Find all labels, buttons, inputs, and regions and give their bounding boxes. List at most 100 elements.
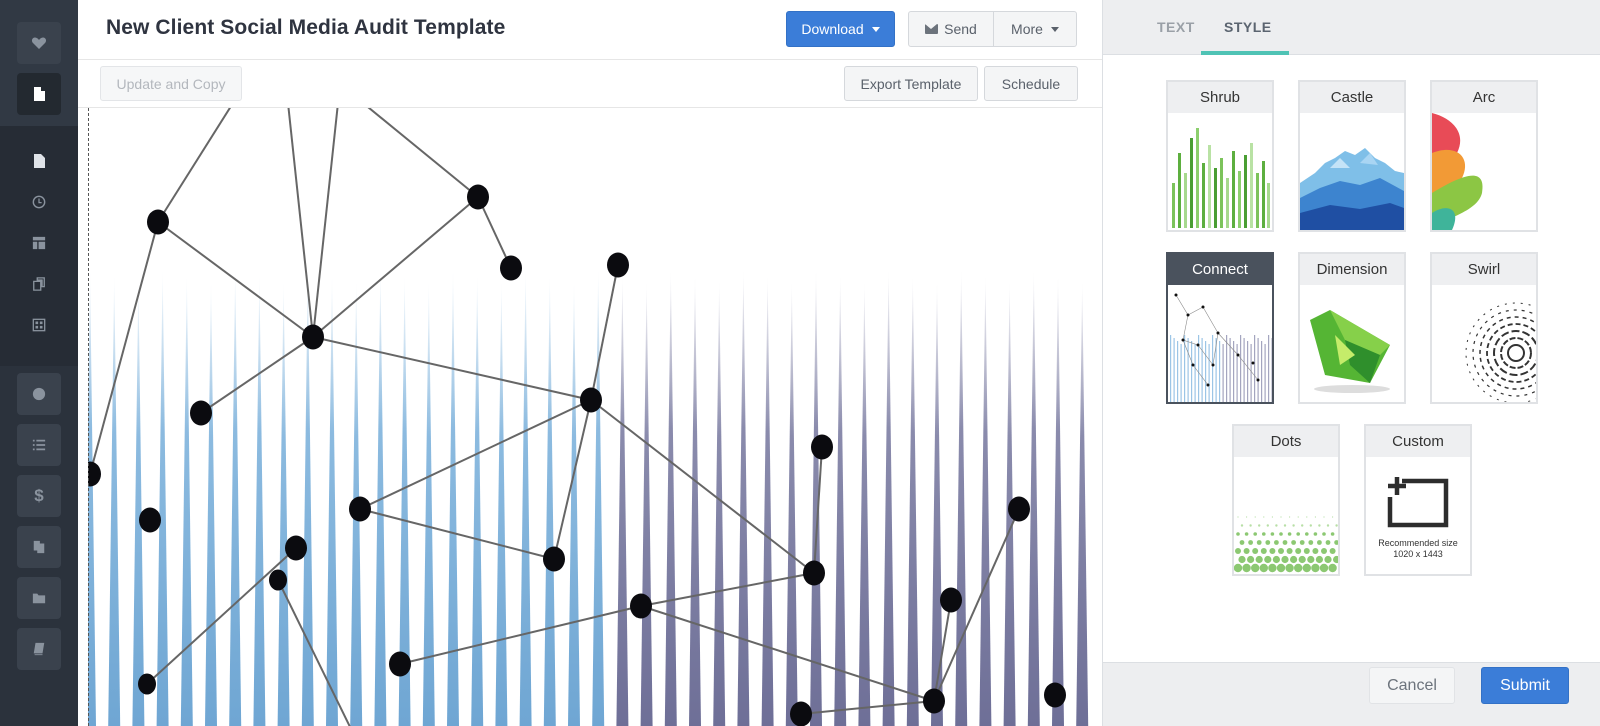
thumbnail-dot <box>1318 524 1321 527</box>
tab-style[interactable]: STYLE <box>1224 19 1272 35</box>
list-icon[interactable] <box>17 424 61 466</box>
style-card-custom[interactable]: Custom Recommended size 1020 x 1443 <box>1364 424 1472 576</box>
thumbnail-dot <box>1291 540 1296 545</box>
style-card-dots[interactable]: Dots <box>1232 424 1340 576</box>
document-icon[interactable] <box>17 73 61 115</box>
thumbnail-dot <box>1243 548 1250 554</box>
thumbnail-dot <box>1326 524 1330 527</box>
artwork-node <box>285 535 307 561</box>
thumbnail-dot <box>1272 555 1280 564</box>
artwork-spike <box>640 280 653 726</box>
style-card-dimension[interactable]: Dimension <box>1298 252 1406 404</box>
artwork-spike <box>955 268 968 726</box>
page-title: New Client Social Media Audit Template <box>106 16 506 39</box>
thumbnail-dot <box>1260 548 1267 554</box>
thumbnail-dot <box>1264 555 1272 564</box>
thumbnail-dot <box>1312 548 1319 554</box>
style-card-shrub[interactable]: Shrub <box>1166 80 1274 232</box>
tab-text[interactable]: TEXT <box>1157 19 1195 35</box>
artwork-node <box>811 434 833 460</box>
thumbnail-dot <box>1278 548 1284 554</box>
cancel-button[interactable]: Cancel <box>1369 667 1455 704</box>
thumbnail-dot <box>1274 540 1279 545</box>
artwork-node <box>1044 682 1066 708</box>
thumbnail-dot <box>1330 532 1335 536</box>
thumbnail-dot <box>1314 516 1316 518</box>
more-button[interactable]: More <box>993 11 1077 47</box>
update-and-copy-button[interactable]: Update and Copy <box>100 66 242 101</box>
artwork-node <box>269 569 287 591</box>
thumbnail-spike <box>1254 335 1256 402</box>
download-button[interactable]: Download <box>786 11 895 47</box>
heart-icon[interactable] <box>17 22 61 64</box>
artwork-edge <box>287 108 314 338</box>
artwork-spike <box>108 274 121 726</box>
editor-subbar: Update and Copy Export Template Schedule <box>78 60 1102 108</box>
thumbnail-dot <box>1328 563 1337 573</box>
copy-icon[interactable] <box>17 263 61 305</box>
thumbnail-spike <box>1271 338 1272 402</box>
thumbnail-dot <box>1299 540 1305 545</box>
canvas-boundary <box>88 108 89 726</box>
custom-size-dimensions: 1020 x 1443 <box>1393 549 1443 559</box>
thumbnail-spike <box>1187 338 1189 402</box>
thumbnail-dot <box>1321 548 1327 554</box>
thumbnail-dot <box>1324 555 1332 564</box>
thumbnail-dot <box>1275 524 1278 527</box>
globe-icon[interactable] <box>17 373 61 415</box>
artwork-node <box>580 387 602 413</box>
thumbnail-dot <box>1259 563 1268 573</box>
thumbnail-spike <box>1191 341 1193 402</box>
arc-thumbnail <box>1432 113 1483 230</box>
new-document-icon[interactable] <box>17 140 61 182</box>
grid-icon[interactable] <box>17 304 61 346</box>
documents-icon[interactable] <box>17 526 61 568</box>
dollar-icon[interactable]: $ <box>17 475 61 517</box>
dimension-thumbnail <box>1310 310 1390 393</box>
chevron-down-icon <box>1050 26 1059 32</box>
thumbnail-dot <box>1239 540 1245 545</box>
thumbnail-dot <box>1285 563 1294 573</box>
more-label: More <box>1011 21 1043 37</box>
thumbnail-dot <box>1235 548 1241 554</box>
style-card-castle[interactable]: Castle <box>1298 80 1406 232</box>
send-button[interactable]: Send <box>908 11 994 47</box>
send-label: Send <box>944 21 977 37</box>
artwork-spike <box>519 268 532 726</box>
thumbnail-dot <box>1334 540 1338 545</box>
artwork-edge <box>146 547 297 685</box>
clock-icon[interactable] <box>17 181 61 223</box>
submit-button[interactable]: Submit <box>1481 667 1569 704</box>
thumbnail-spike <box>1177 341 1179 402</box>
custom-size-hint: Recommended size <box>1378 538 1458 548</box>
artwork-node <box>790 701 812 726</box>
schedule-button[interactable]: Schedule <box>984 66 1078 101</box>
layout-icon[interactable] <box>17 222 61 264</box>
thumbnail-dot <box>1266 524 1269 527</box>
chevron-down-icon <box>871 26 880 32</box>
style-card-connect[interactable]: Connect <box>1166 252 1274 404</box>
style-card-label: Arc <box>1432 82 1536 113</box>
style-card-swirl[interactable]: Swirl <box>1430 252 1538 404</box>
artwork-spike <box>616 274 629 726</box>
export-template-button[interactable]: Export Template <box>844 66 978 101</box>
thumbnail-dot <box>1325 540 1331 545</box>
artwork-node <box>147 209 169 235</box>
style-card-label: Custom <box>1366 426 1470 457</box>
artwork-edge <box>89 221 159 475</box>
artwork-spike <box>834 274 847 726</box>
style-card-arc[interactable]: Arc <box>1430 80 1538 232</box>
artwork-node <box>543 546 565 572</box>
style-card-label: Shrub <box>1168 82 1272 113</box>
artwork-spike <box>1076 280 1089 726</box>
thumbnail-dot <box>1252 548 1259 554</box>
thumbnail-dot <box>1244 532 1249 536</box>
document-canvas[interactable] <box>88 108 1102 726</box>
artwork-node <box>88 461 101 487</box>
folder-icon[interactable] <box>17 577 61 619</box>
thumbnail-spike <box>1261 341 1263 402</box>
panel-footer: Cancel Submit <box>1103 662 1600 726</box>
artwork-spike <box>543 274 556 726</box>
book-icon[interactable] <box>17 628 61 670</box>
thumbnail-dot <box>1322 532 1326 536</box>
